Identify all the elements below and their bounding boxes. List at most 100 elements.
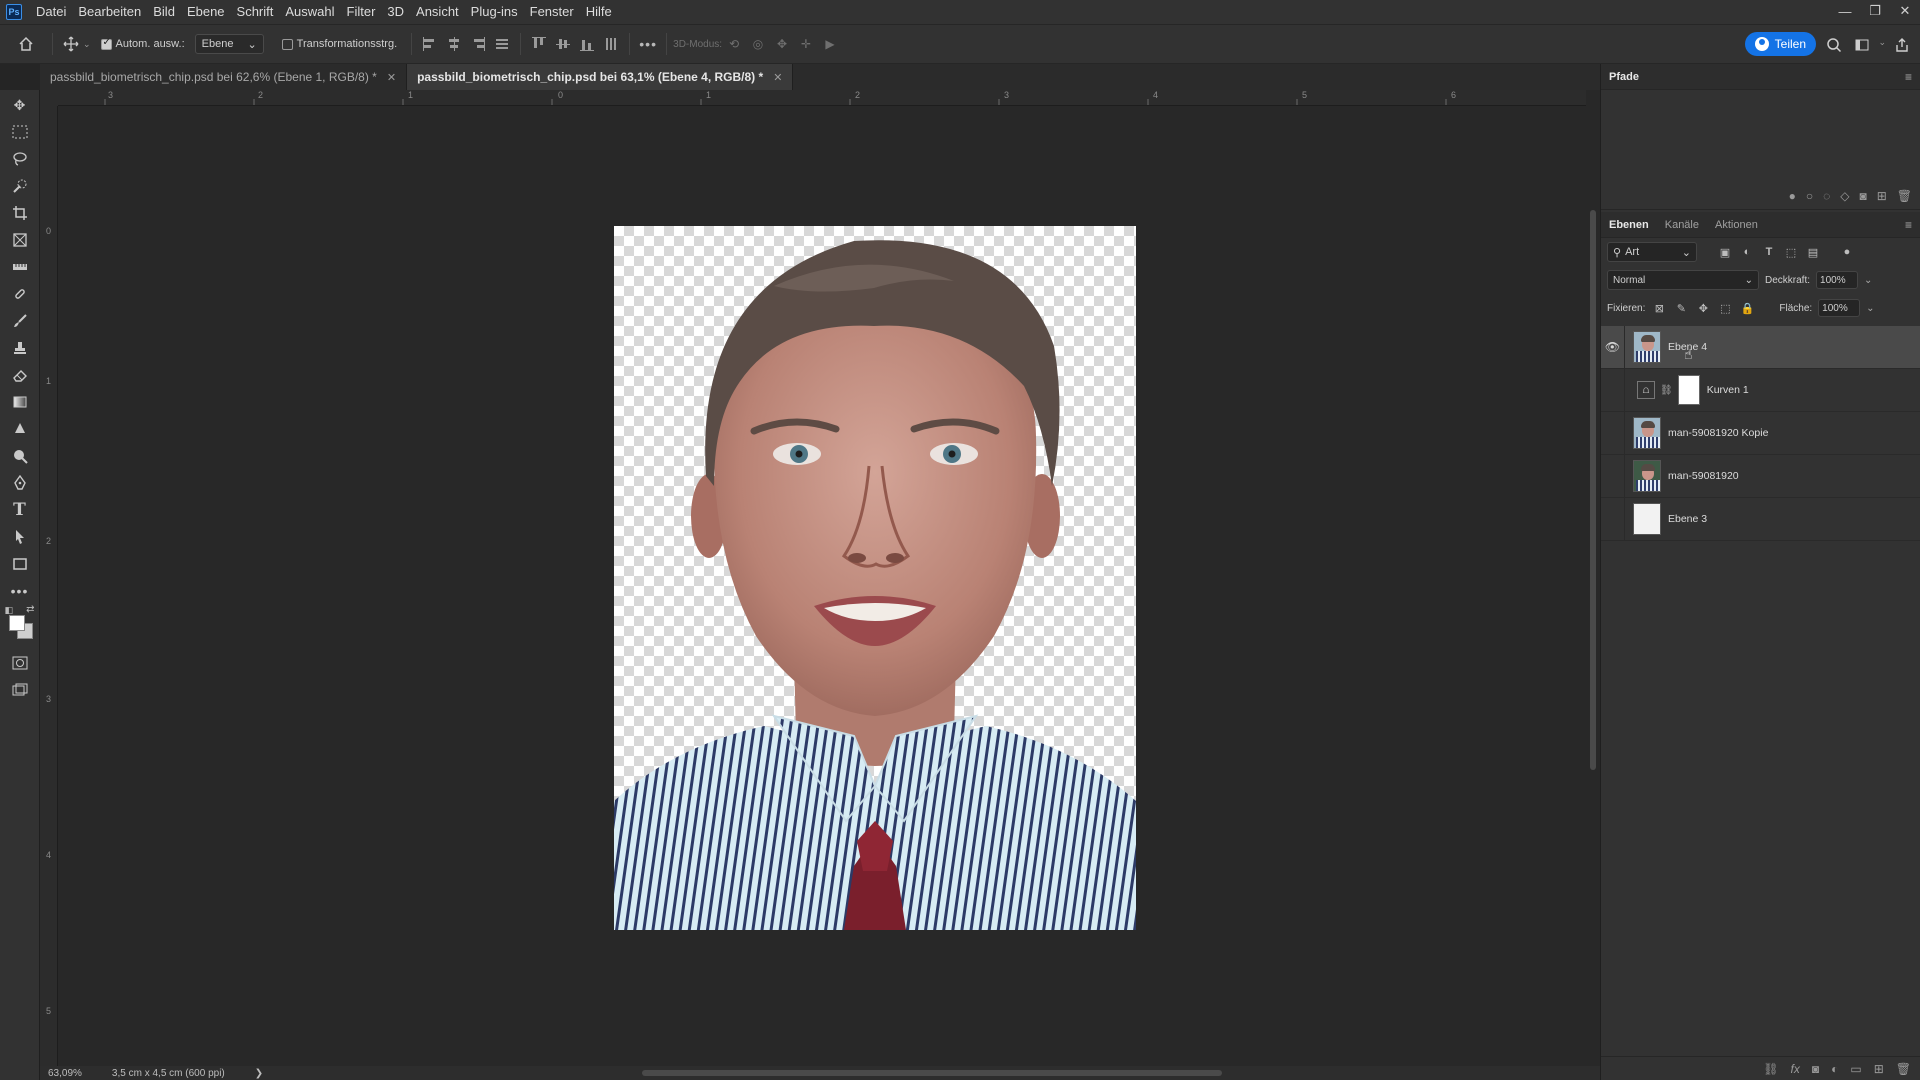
ruler-horizontal[interactable]: 3 2 1 0 1 2 3 4 5 6 [58,90,1586,106]
lock-all-icon[interactable]: 🔒 [1739,300,1755,316]
tool-preset-chevron-icon[interactable]: ⌄ [83,39,91,50]
ruler-tool-icon[interactable] [7,256,33,278]
ruler-vertical[interactable]: 0 1 2 3 4 5 [40,106,58,1071]
lasso-tool-icon[interactable] [7,148,33,170]
stroke-path-icon[interactable]: ○ [1806,189,1813,203]
move-tool-icon[interactable]: ✥ [7,94,33,116]
tab-aktionen[interactable]: Aktionen [1715,219,1758,231]
color-swatches[interactable]: ◧ ⇄ [5,604,35,639]
distribute-icon[interactable] [490,32,514,56]
lock-position-icon[interactable]: ✥ [1695,300,1711,316]
panel-menu-icon[interactable]: ≡ [1905,70,1912,84]
stamp-tool-icon[interactable] [7,337,33,359]
filter-adjustment-icon[interactable]: ◐ [1739,244,1755,260]
auto-select-target-select[interactable]: Ebene ⌄ [194,34,264,54]
home-icon[interactable] [14,32,38,56]
chevron-down-icon[interactable]: ⌄ [1866,303,1874,314]
panel-menu-icon[interactable]: ≡ [1905,218,1912,232]
workspace-icon[interactable] [1850,33,1874,57]
menu-3d[interactable]: 3D [381,0,410,24]
layer-name[interactable]: man-59081920 [1668,470,1739,482]
more-tools-icon[interactable]: ••• [7,580,33,602]
layer-mask-thumbnail[interactable] [1677,375,1700,405]
align-middle-v-icon[interactable] [551,32,575,56]
menu-fenster[interactable]: Fenster [524,0,580,24]
transform-controls-checkbox[interactable]: Transformationsstrg. [281,38,397,50]
workspace-chevron-icon[interactable]: ⌄ [1878,37,1886,57]
eye-hidden-icon[interactable] [1601,497,1625,541]
menu-bearbeiten[interactable]: Bearbeiten [72,0,147,24]
tab-document-1[interactable]: passbild_biometrisch_chip.psd bei 62,6% … [40,64,408,90]
eye-hidden-icon[interactable] [1601,454,1625,498]
eye-icon[interactable]: 👁 [1601,325,1625,369]
brush-tool-icon[interactable] [7,310,33,332]
status-arrow-icon[interactable]: ❯ [255,1068,263,1079]
healing-brush-tool-icon[interactable] [7,283,33,305]
rectangle-tool-icon[interactable] [7,553,33,575]
restore-icon[interactable]: ❐ [1860,0,1890,22]
trash-icon[interactable]: 🗑 [1897,189,1912,203]
move-tool-icon[interactable] [59,32,83,56]
minimize-icon[interactable]: — [1830,0,1860,22]
lock-pixels-icon[interactable]: ✎ [1673,300,1689,316]
zoom-level[interactable]: 63,09% [48,1068,82,1079]
search-icon[interactable] [1822,33,1846,57]
horizontal-scrollbar[interactable] [642,1070,1222,1076]
layer-name[interactable]: Ebene 3 [1668,513,1707,525]
tab-kanaele[interactable]: Kanäle [1665,219,1699,231]
align-top-icon[interactable] [527,32,551,56]
link-layers-icon[interactable]: ⛓ [1763,1062,1778,1076]
tab-ebenen[interactable]: Ebenen [1609,219,1649,231]
auto-select-check[interactable] [100,37,112,50]
trash-icon[interactable]: 🗑 [1896,1062,1911,1076]
align-right-icon[interactable] [466,32,490,56]
layer-row-kurven-1[interactable]: ⩍ ⛓ Kurven 1 [1601,368,1920,412]
blend-mode-select[interactable]: Normal ⌄ [1607,270,1759,290]
new-group-icon[interactable]: ▭ [1850,1062,1861,1076]
more-options-icon[interactable]: ••• [636,32,660,56]
align-left-icon[interactable] [418,32,442,56]
layer-name[interactable]: Kurven 1 [1707,384,1749,396]
add-mask-icon[interactable]: ◙ [1859,189,1866,203]
foreground-color[interactable] [8,615,25,631]
auto-select-checkbox[interactable]: Autom. ausw.: [100,37,185,50]
menu-datei[interactable]: Datei [30,0,72,24]
load-selection-icon[interactable]: ◌ [1823,189,1830,203]
layer-row-ebene-3[interactable]: Ebene 3 [1601,497,1920,541]
layer-row-man-kopie[interactable]: man-59081920 Kopie [1601,411,1920,455]
menu-hilfe[interactable]: Hilfe [580,0,618,24]
layer-filter-select[interactable]: ⚲ Art ⌄ [1607,242,1697,262]
share-export-icon[interactable] [1890,33,1914,57]
marquee-tool-icon[interactable] [7,121,33,143]
align-bottom-icon[interactable] [575,32,599,56]
scrollbar-thumb[interactable] [1590,210,1596,770]
path-selection-tool-icon[interactable] [7,526,33,548]
layer-row-ebene-4[interactable]: 👁 Ebene 4 ☝ [1601,325,1920,369]
transform-check[interactable] [281,38,293,50]
tab-pfade[interactable]: Pfade [1609,71,1639,83]
menu-bild[interactable]: Bild [147,0,181,24]
filter-shape-icon[interactable]: ⬚ [1783,244,1799,260]
frame-tool-icon[interactable] [7,229,33,251]
vertical-scrollbar[interactable] [1586,90,1600,1071]
fx-icon[interactable]: fx [1791,1062,1800,1076]
align-center-h-icon[interactable] [442,32,466,56]
close-icon[interactable]: ✕ [387,71,396,84]
crop-tool-icon[interactable] [7,202,33,224]
screen-mode-icon[interactable] [7,679,33,701]
eye-hidden-icon[interactable] [1601,411,1625,455]
fill-path-icon[interactable]: ● [1789,189,1796,203]
lock-transparency-icon[interactable]: ⊠ [1651,300,1667,316]
menu-schrift[interactable]: Schrift [231,0,280,24]
filter-smartobject-icon[interactable]: ▤ [1805,244,1821,260]
chevron-down-icon[interactable]: ⌄ [1864,275,1872,286]
fill-field[interactable]: 100% [1818,299,1861,317]
blur-tool-icon[interactable] [7,418,33,440]
filter-toggle-icon[interactable]: ● [1839,244,1855,260]
tab-document-2[interactable]: passbild_biometrisch_chip.psd bei 63,1% … [407,64,794,90]
layer-name[interactable]: man-59081920 Kopie [1668,427,1768,439]
pen-tool-icon[interactable] [7,472,33,494]
eraser-tool-icon[interactable] [7,364,33,386]
close-icon[interactable]: ✕ [1890,0,1920,22]
menu-ebene[interactable]: Ebene [181,0,231,24]
